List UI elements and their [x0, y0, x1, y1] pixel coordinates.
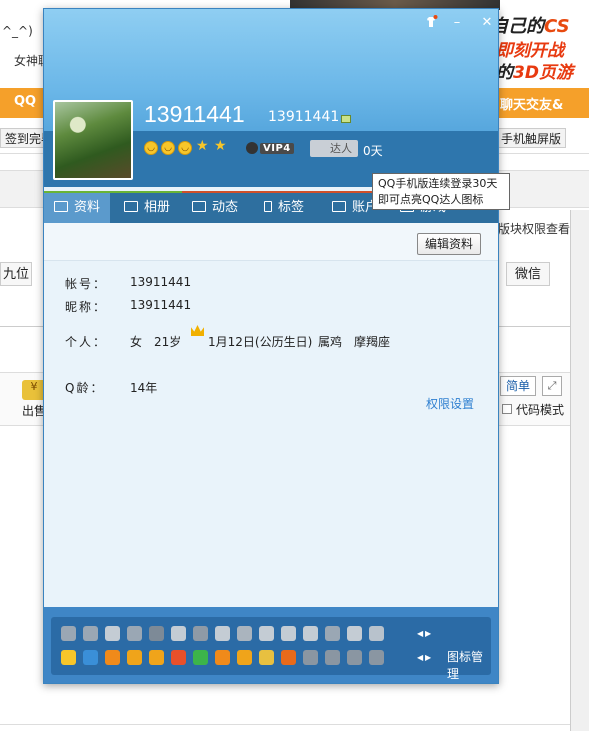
level-face-icon[interactable]: ◡	[144, 141, 158, 155]
avatar[interactable]	[53, 100, 133, 180]
app-badge-icon[interactable]	[303, 650, 318, 665]
shield-badge-icon[interactable]	[325, 650, 340, 665]
zodiac: 属鸡	[318, 335, 343, 349]
green-badge-icon[interactable]	[193, 650, 208, 665]
edit-remark-icon[interactable]	[341, 115, 351, 123]
icon-panel: 图标管理 ◀ ▶ ◀ ▶	[44, 607, 498, 683]
account-number: 13911441	[268, 109, 340, 125]
reader-badge-icon[interactable]	[281, 650, 296, 665]
fire-badge-icon[interactable]	[105, 650, 120, 665]
daren-tooltip: QQ手机版连续登录30天 即可点亮QQ达人图标	[372, 173, 510, 210]
permission-settings-link[interactable]: 权限设置	[426, 395, 474, 412]
arrow-right-icon[interactable]: ▶	[425, 629, 431, 638]
level-face-icon[interactable]: ◡	[161, 141, 175, 155]
diamond-badge-icon[interactable]	[281, 626, 296, 641]
diamond-badge-icon[interactable]	[215, 626, 230, 641]
nick-value: 13911441	[130, 298, 192, 312]
bg-bottom-line	[0, 724, 570, 725]
bg-chat-tab[interactable]: 聊天交友&	[500, 94, 563, 113]
tab-tags[interactable]: 标签	[264, 193, 304, 223]
diamond-badge-icon[interactable]	[127, 626, 142, 641]
account-value: 13911441	[130, 275, 192, 289]
diamond-badge-icon[interactable]	[259, 626, 274, 641]
bg-simple-button[interactable]: 简单	[500, 376, 536, 396]
bg-expand-icon[interactable]: ⤢	[542, 376, 562, 396]
bg-face-text: ^_^)	[2, 24, 33, 38]
icon-grid: 图标管理 ◀ ▶ ◀ ▶	[51, 617, 491, 681]
diamond-badge-icon[interactable]	[237, 626, 252, 641]
daren-badge[interactable]: 达人	[310, 140, 358, 157]
gift-badge-icon[interactable]	[369, 626, 384, 641]
constellation: 摩羯座	[354, 335, 391, 349]
penguin-badge-icon[interactable]	[105, 626, 120, 641]
level-star-icon[interactable]: ★	[214, 138, 227, 154]
briefcase-icon	[332, 201, 346, 212]
level-face-icon[interactable]: ◡	[178, 141, 192, 155]
music-badge-icon[interactable]	[127, 650, 142, 665]
edit-profile-button[interactable]: 编辑资料	[417, 233, 481, 255]
tooltip-line1: QQ手机版连续登录30天	[378, 177, 498, 190]
close-icon[interactable]: ✕	[478, 15, 496, 31]
icon-manager-button[interactable]: 图标管理	[447, 648, 491, 682]
fire-badge-icon[interactable]	[215, 650, 230, 665]
heart-badge-icon[interactable]	[83, 626, 98, 641]
pet-badge-icon[interactable]	[149, 650, 164, 665]
qq-profile-panel: – ✕ 13911441 13911441 ◡ ◡ ◡ ★ ★ VIP4 达人 …	[43, 8, 510, 684]
gift-badge-icon[interactable]	[369, 650, 384, 665]
fire-badge-icon[interactable]	[237, 650, 252, 665]
list-icon	[192, 201, 206, 212]
daren-days: 0天	[363, 144, 383, 158]
arrow-left-icon[interactable]: ◀	[417, 653, 423, 662]
bg-permission-text: 版块权限查看	[498, 222, 571, 236]
photo-icon	[124, 201, 138, 212]
game-badge-icon[interactable]	[171, 650, 186, 665]
tab-profile[interactable]: 资料	[44, 193, 110, 223]
profile-header: – ✕ 13911441 13911441 ◡ ◡ ◡ ★ ★ VIP4 达人 …	[44, 9, 498, 187]
profile-details: 编辑资料 帐号： 13911441 昵称： 13911441 个人： 女 21岁…	[44, 223, 498, 609]
age: 21岁	[154, 335, 182, 349]
qq-badge-icon[interactable]	[83, 650, 98, 665]
bg-qq-tab[interactable]: QQ	[14, 94, 36, 109]
hat-badge-icon[interactable]	[259, 650, 274, 665]
account-label: 帐号：	[65, 277, 108, 291]
card-icon	[54, 201, 68, 212]
tooltip-line2: 即可点亮QQ达人图标	[378, 193, 484, 206]
star-badge-icon[interactable]	[325, 626, 340, 641]
bg-code-mode-label: 代码模式	[516, 403, 565, 417]
bookmark-icon	[264, 201, 272, 212]
shield-badge-icon[interactable]	[347, 650, 362, 665]
diamond-badge-icon[interactable]	[347, 626, 362, 641]
penguin-badge-icon[interactable]	[149, 626, 164, 641]
game-badge-icon[interactable]	[193, 626, 208, 641]
diamond-badge-icon[interactable]	[303, 626, 318, 641]
birthday: 1月12日(公历生日)	[208, 335, 313, 349]
details-toolbar: 编辑资料	[44, 223, 498, 261]
star-badge-icon[interactable]	[61, 650, 76, 665]
bg-code-mode-checkbox[interactable]	[502, 404, 512, 414]
gender: 女	[130, 335, 143, 349]
vip-badge[interactable]: VIP4	[260, 143, 294, 154]
skin-icon[interactable]	[422, 15, 440, 31]
minimize-icon[interactable]: –	[448, 15, 466, 31]
bg-phone-button[interactable]: 手机触屏版	[496, 128, 567, 148]
bg-scrollbar[interactable]	[570, 210, 589, 731]
tab-feed[interactable]: 动态	[192, 193, 238, 223]
arrow-left-icon[interactable]: ◀	[417, 629, 423, 638]
ad-line1: 自己的CS	[490, 16, 570, 37]
ad-line3: 的3D页游	[496, 63, 573, 83]
tab-album[interactable]: 相册	[122, 193, 170, 223]
arrow-right-icon[interactable]: ▶	[425, 653, 431, 662]
bg-wechat-tab[interactable]: 微信	[506, 262, 550, 286]
qage-value: 14年	[130, 381, 158, 395]
qage-label: Q龄：	[65, 381, 105, 395]
level-star-icon[interactable]: ★	[196, 138, 209, 154]
vip-penguin-icon[interactable]	[246, 142, 258, 154]
nick-label: 昵称：	[65, 300, 108, 314]
bg-ninth-tab[interactable]: 九位	[0, 262, 32, 286]
personal-label: 个人：	[65, 335, 108, 349]
daren-label: 达人	[330, 142, 352, 155]
diamond-badge-icon[interactable]	[171, 626, 186, 641]
nickname: 13911441	[144, 101, 245, 127]
heart-badge-icon[interactable]	[61, 626, 76, 641]
